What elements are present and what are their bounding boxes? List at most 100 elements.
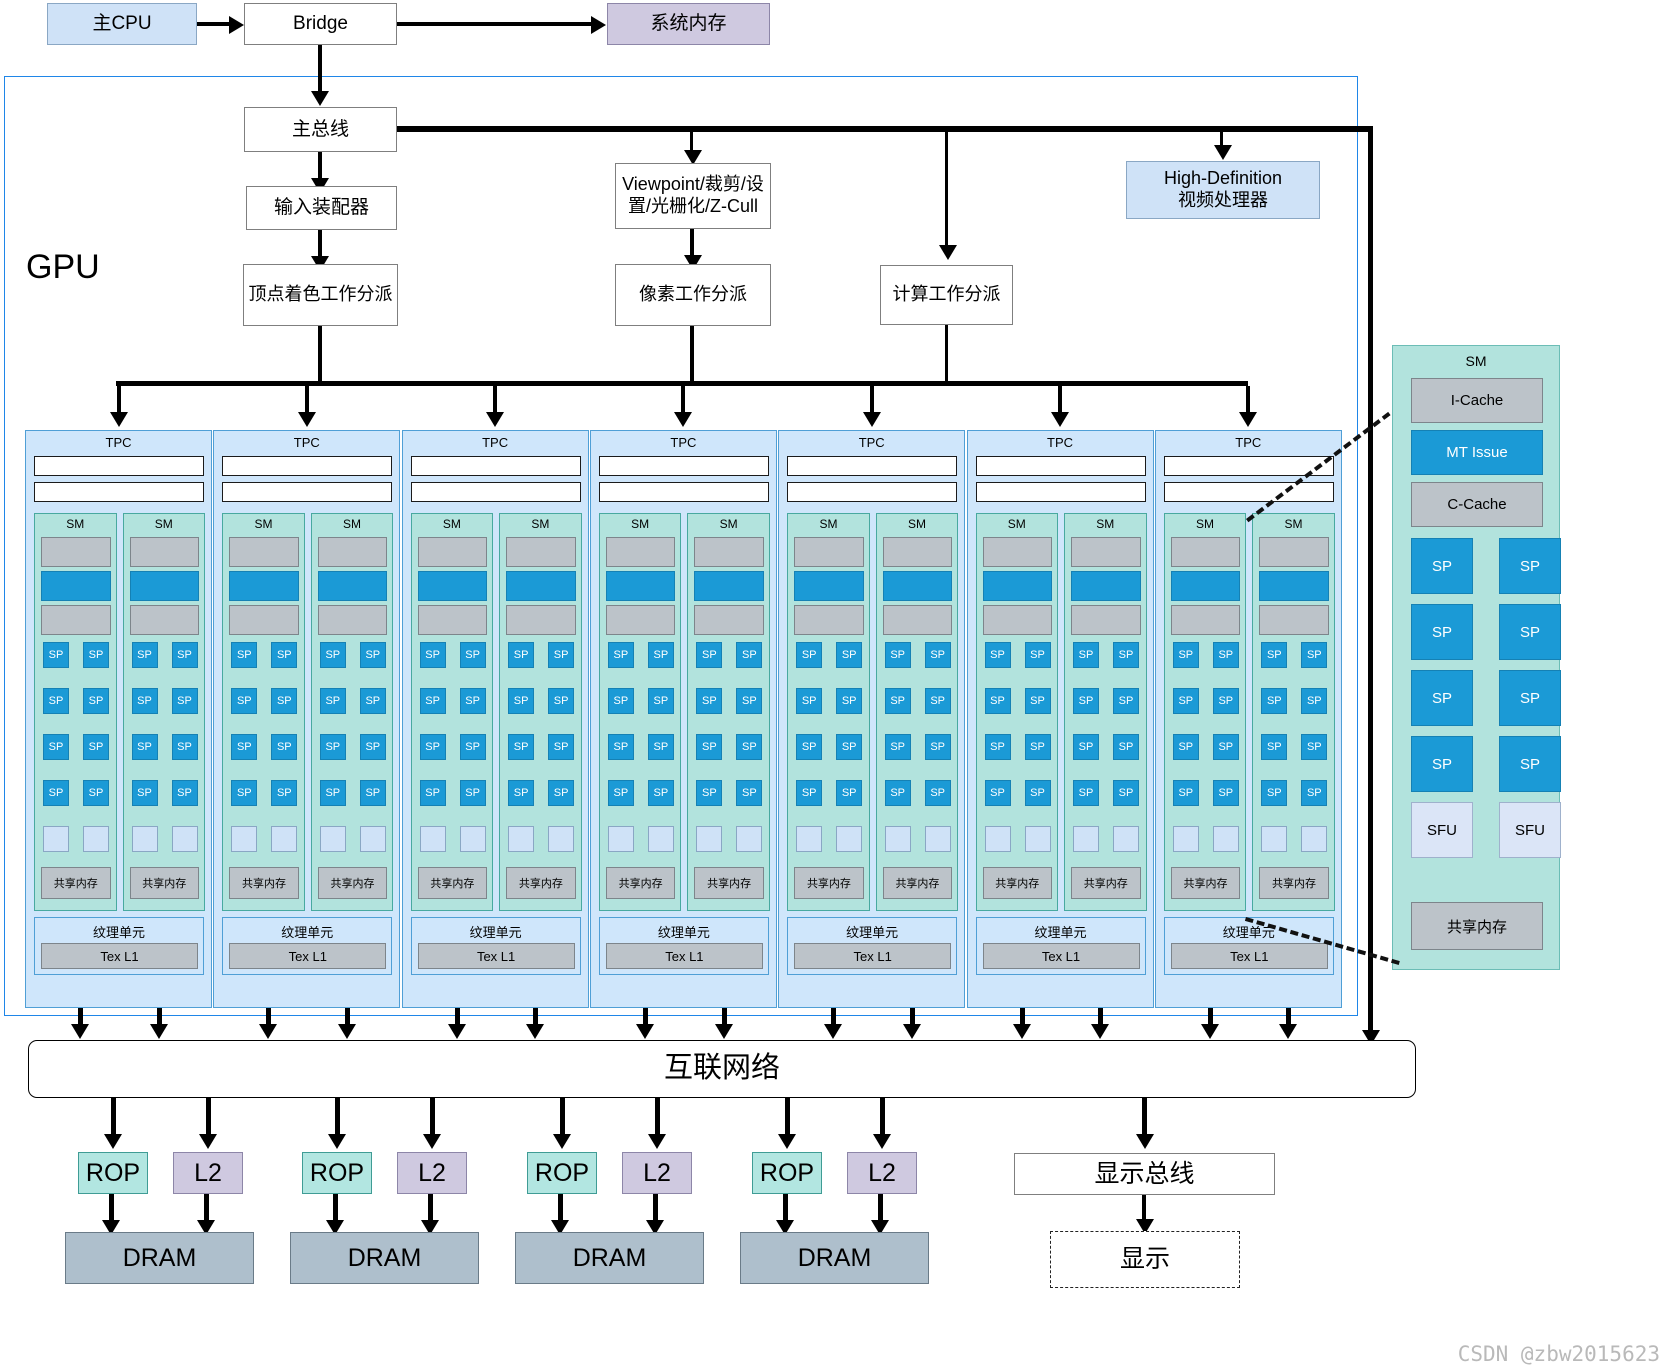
tpc-5-sm-1-icache	[1071, 537, 1141, 567]
tpc-1-sm-0-sp-0-0: SP	[231, 642, 258, 668]
bus-branch-compute-head	[939, 245, 957, 260]
tpc-6-texture-unit[interactable]: 纹理单元 Tex L1	[1163, 917, 1334, 975]
tpc-3[interactable]: TPC SM SP SP SP SP SP SP SP SP 共享内存 SM SP SP SP SP SP SP S…	[589, 430, 777, 1008]
dram-box-1[interactable]: DRAM	[290, 1232, 479, 1284]
display-box[interactable]: 显示	[1050, 1231, 1240, 1288]
rop-box-1[interactable]: ROP	[302, 1152, 372, 1194]
tpc-2-sm-1-sp-0-0: SP	[508, 642, 535, 668]
sm-detail-sp-1-0: SP	[1411, 604, 1473, 660]
tpc-2-sm-1-sp-3-1: SP	[548, 780, 575, 806]
input-assembler-box[interactable]: 输入装配器	[246, 186, 397, 230]
tpc-2-sm-1-sfu-1	[548, 826, 575, 852]
tpc-2-sm-1[interactable]: SM SP SP SP SP SP SP SP SP 共享内存	[499, 513, 582, 911]
tpc-4-sm-1-sfu-1	[924, 826, 951, 852]
tpc-0-sm-1[interactable]: SM SP SP SP SP SP SP SP SP 共享内存	[122, 513, 205, 911]
tpc-3-texture-unit-label: 纹理单元	[657, 925, 710, 940]
host-cpu-box[interactable]: 主CPU	[47, 3, 197, 45]
l2-box-2[interactable]: L2	[622, 1152, 692, 1194]
tpc-5-texture-unit[interactable]: 纹理单元 Tex L1	[975, 917, 1146, 975]
tpc-4-sm-0-shared-memory: 共享内存	[794, 867, 864, 899]
tpc-3-sm-1-mtissue	[694, 571, 764, 601]
dram-box-2[interactable]: DRAM	[515, 1232, 704, 1284]
tpc-2[interactable]: TPC SM SP SP SP SP SP SP SP SP 共享内存 SM SP SP SP SP SP SP S…	[401, 430, 589, 1008]
tpc-1-sm-0-sfu-0	[231, 826, 258, 852]
tpc-6-sm-0[interactable]: SM SP SP SP SP SP SP SP SP 共享内存	[1163, 513, 1247, 911]
compute-work-distribution-box[interactable]: 计算工作分派	[880, 265, 1013, 325]
system-memory-box[interactable]: 系统内存	[607, 3, 770, 45]
tpc-3-sm-1[interactable]: SM SP SP SP SP SP SP SP SP 共享内存	[687, 513, 770, 911]
bridge-box[interactable]: Bridge	[244, 3, 397, 45]
rop-box-2[interactable]: ROP	[527, 1152, 597, 1194]
l2-box-3[interactable]: L2	[847, 1152, 917, 1194]
tpc-1-sm-1[interactable]: SM SP SP SP SP SP SP SP SP 共享内存	[310, 513, 394, 911]
pixel-work-distribution-box[interactable]: 像素工作分派	[615, 264, 771, 326]
tpc-0-tex-l1: Tex L1	[41, 943, 198, 969]
tpc-2-sm-0-sp-2-0: SP	[419, 734, 446, 760]
tpc-0-sm-0-ccache	[41, 605, 111, 635]
rop-box-0[interactable]: ROP	[78, 1152, 148, 1194]
tpc-2-sm-0-sp-2-1: SP	[459, 734, 486, 760]
vertex-work-distribution-box[interactable]: 顶点着色工作分派	[243, 264, 398, 326]
tpc-3-texture-unit[interactable]: 纹理单元 Tex L1	[598, 917, 769, 975]
tpc-3-sm-1-sp-0-1: SP	[736, 642, 763, 668]
sm-detail-ccache: C-Cache	[1411, 482, 1543, 527]
tpc-5-sm-1[interactable]: SM SP SP SP SP SP SP SP SP 共享内存	[1064, 513, 1147, 911]
tpc-3-sm-0-sp-3-0: SP	[607, 780, 634, 806]
tpc-0-texture-unit[interactable]: 纹理单元 Tex L1	[34, 917, 204, 975]
tpc-4-sm-1-ccache	[882, 605, 953, 635]
tpc-0-sm-0[interactable]: SM SP SP SP SP SP SP SP SP 共享内存	[34, 513, 117, 911]
tpc-4-sm-1-sp-3-1: SP	[924, 780, 951, 806]
hd-video-processor-box[interactable]: High-Definition 视频处理器	[1126, 161, 1320, 219]
tpc-3-sm-0[interactable]: SM SP SP SP SP SP SP SP SP 共享内存	[598, 513, 682, 911]
tpc-4-sm-1-shared-memory: 共享内存	[882, 867, 953, 899]
tpc-4-sm-0-sp-2-0: SP	[796, 734, 823, 760]
tpc-6-sm-0-sp-1-1: SP	[1212, 688, 1239, 714]
dram-box-0[interactable]: DRAM	[65, 1232, 254, 1284]
tpc-6-sm-0-sp-2-1: SP	[1212, 734, 1239, 760]
dram-box-3[interactable]: DRAM	[740, 1232, 929, 1284]
tpc-3-sm-1-sp-2-0: SP	[696, 734, 723, 760]
tpc-2-texture-unit[interactable]: 纹理单元 Tex L1	[410, 917, 581, 975]
tpc-feed-arrow-2	[486, 412, 505, 427]
l2-box-1[interactable]: L2	[397, 1152, 467, 1194]
tpc-5-sm-0[interactable]: SM SP SP SP SP SP SP SP SP 共享内存	[975, 513, 1058, 911]
tpc-4[interactable]: TPC SM SP SP SP SP SP SP SP SP 共享内存 SM SP SP SP SP SP SP S…	[778, 430, 966, 1008]
display-bus-box[interactable]: 显示总线	[1014, 1153, 1275, 1195]
host-bus-box[interactable]: 主总线	[244, 107, 397, 152]
tpc-4-sm-0[interactable]: SM SP SP SP SP SP SP SP SP 共享内存	[787, 513, 870, 911]
sm-detail-sp-1-1: SP	[1499, 604, 1561, 660]
interconnect-network-box[interactable]: 互联网络	[28, 1040, 1416, 1098]
tpc-1-sm-1-sp-3-0: SP	[319, 780, 346, 806]
tpc-3-sm-0-label: SM	[631, 517, 650, 531]
sm-detail-sfu-1: SFU	[1499, 802, 1561, 858]
tpc-5[interactable]: TPC SM SP SP SP SP SP SP SP SP 共享内存 SM SP SP SP SP SP SP S…	[966, 430, 1154, 1008]
tpc-5-sm-1-sp-3-0: SP	[1073, 780, 1099, 806]
tpc-4-texture-unit[interactable]: 纹理单元 Tex L1	[787, 917, 958, 975]
tpc-4-sm-0-icache	[794, 537, 864, 567]
bus-branch-hdvideo-head	[1214, 145, 1232, 160]
tpc-4-sm-1[interactable]: SM SP SP SP SP SP SP SP SP 共享内存	[875, 513, 959, 911]
tpc-1-texture-unit[interactable]: 纹理单元 Tex L1	[222, 917, 393, 975]
tpc-6-out-arrow-1	[1279, 1024, 1298, 1039]
ic-out-l2-arrow-1	[423, 1134, 441, 1149]
sm-detail-sp-3-0: SP	[1411, 736, 1473, 792]
tpc-6-sm-1[interactable]: SM SP SP SP SP SP SP SP SP 共享内存	[1252, 513, 1335, 911]
tpc-2-sm-0[interactable]: SM SP SP SP SP SP SP SP SP 共享内存	[410, 513, 494, 911]
tpc-0[interactable]: TPC SM SP SP SP SP SP SP SP SP 共享内存 SM SP SP SP SP SP SP S…	[25, 430, 212, 1008]
tpc-6-sm-0-mtissue	[1170, 571, 1241, 601]
rop-box-3[interactable]: ROP	[752, 1152, 822, 1194]
tpc-1-sm-0[interactable]: SM SP SP SP SP SP SP SP SP 共享内存	[222, 513, 305, 911]
tpc-feed-arrow-1	[297, 412, 316, 427]
tpc-1-tex-l1: Tex L1	[229, 943, 387, 969]
tpc-6-sm-0-sp-2-0: SP	[1172, 734, 1199, 760]
tpc-2-sm-0-mtissue	[417, 571, 488, 601]
viewport-raster-box[interactable]: Viewpoint/裁剪/设置/光栅化/Z-Cull	[615, 163, 771, 229]
ic-out-rop-arrow-3	[778, 1134, 796, 1149]
l2-box-0[interactable]: L2	[173, 1152, 243, 1194]
tpc-1[interactable]: TPC SM SP SP SP SP SP SP SP SP 共享内存 SM SP SP SP SP SP SP S…	[213, 430, 401, 1008]
tpc-4-sm-0-sp-2-1: SP	[836, 734, 863, 760]
tpc-2-sm-0-label: SM	[442, 517, 461, 531]
tpc-5-sm-0-sp-3-1: SP	[1024, 780, 1051, 806]
tpc-1-sm-1-sp-0-1: SP	[359, 642, 386, 668]
tpc-4-sm-0-sfu-1	[836, 826, 863, 852]
